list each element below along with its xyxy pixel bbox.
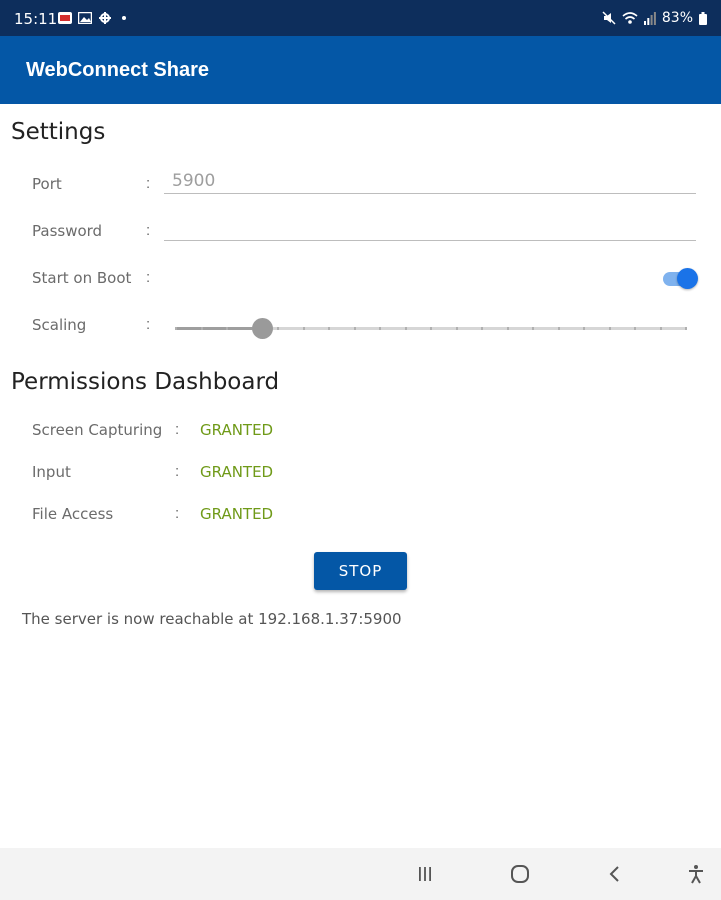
notification-icons xyxy=(58,12,126,24)
navigation-bar xyxy=(0,848,721,900)
slider-tick xyxy=(277,327,279,330)
signal-icon xyxy=(643,12,656,25)
settings-title: Settings xyxy=(11,119,106,145)
slider-track-fill xyxy=(175,327,262,330)
battery-icon xyxy=(699,11,707,25)
permission-separator: : xyxy=(175,505,180,522)
start-on-boot-toggle[interactable] xyxy=(663,268,698,289)
port-separator: : xyxy=(146,175,151,192)
start-on-boot-label: Start on Boot xyxy=(32,269,132,287)
password-separator: : xyxy=(146,222,151,239)
settings-icon xyxy=(99,12,111,24)
permission-status-input: GRANTED xyxy=(200,463,274,481)
slider-tick xyxy=(328,327,330,330)
slider-tick xyxy=(609,327,611,330)
permission-separator: : xyxy=(175,421,180,438)
recent-apps-icon xyxy=(419,867,431,881)
port-label: Port xyxy=(32,175,62,193)
permission-status-screen-capturing: GRANTED xyxy=(200,421,274,439)
home-button[interactable] xyxy=(505,860,535,888)
gallery-icon xyxy=(78,12,92,24)
accessibility-button[interactable] xyxy=(681,860,711,888)
mute-icon xyxy=(602,11,616,25)
battery-level: 83% xyxy=(661,10,693,26)
slider-tick xyxy=(634,327,636,330)
accessibility-icon xyxy=(689,865,703,884)
slider-tick xyxy=(303,327,305,330)
status-right: 83% xyxy=(602,10,707,26)
more-notifications-dot xyxy=(122,16,126,20)
start-on-boot-separator: : xyxy=(146,269,151,286)
slider-tick xyxy=(532,327,534,330)
slider-tick xyxy=(226,327,228,330)
slider-thumb[interactable] xyxy=(252,318,273,339)
permission-label-screen-capturing: Screen Capturing xyxy=(32,421,163,439)
status-time: 15:11 xyxy=(14,10,58,28)
recent-apps-button[interactable] xyxy=(410,860,440,888)
password-label: Password xyxy=(32,222,103,240)
home-icon xyxy=(511,865,529,883)
slider-tick xyxy=(583,327,585,330)
slider-tick xyxy=(201,327,203,330)
slider-tick xyxy=(456,327,458,330)
toggle-thumb xyxy=(677,268,698,289)
slider-tick xyxy=(685,327,687,330)
slider-tick xyxy=(354,327,356,330)
permission-separator: : xyxy=(175,463,180,480)
permissions-title: Permissions Dashboard xyxy=(11,369,280,395)
slider-tick xyxy=(507,327,509,330)
back-icon xyxy=(609,866,619,882)
notification-icon xyxy=(58,12,72,24)
app-bar: WebConnect Share xyxy=(0,36,721,104)
app-title: WebConnect Share xyxy=(26,59,209,81)
scaling-slider[interactable] xyxy=(175,315,687,341)
scaling-separator: : xyxy=(146,316,151,333)
slider-tick xyxy=(379,327,381,330)
slider-tick xyxy=(481,327,483,330)
stop-button[interactable]: STOP xyxy=(314,552,407,590)
port-input[interactable] xyxy=(164,168,696,194)
permission-status-file-access: GRANTED xyxy=(200,505,274,523)
permission-label-input: Input xyxy=(32,463,71,481)
slider-tick xyxy=(660,327,662,330)
slider-tick xyxy=(175,327,177,330)
slider-tick xyxy=(405,327,407,330)
permission-label-file-access: File Access xyxy=(32,505,114,523)
status-bar: 15:11 83% xyxy=(0,0,721,36)
scaling-label: Scaling xyxy=(32,316,87,334)
server-status-message: The server is now reachable at 192.168.1… xyxy=(22,610,402,628)
slider-tick xyxy=(430,327,432,330)
slider-tick xyxy=(558,327,560,330)
wifi-icon xyxy=(622,12,638,24)
back-button[interactable] xyxy=(600,860,630,888)
password-input[interactable] xyxy=(164,215,696,241)
